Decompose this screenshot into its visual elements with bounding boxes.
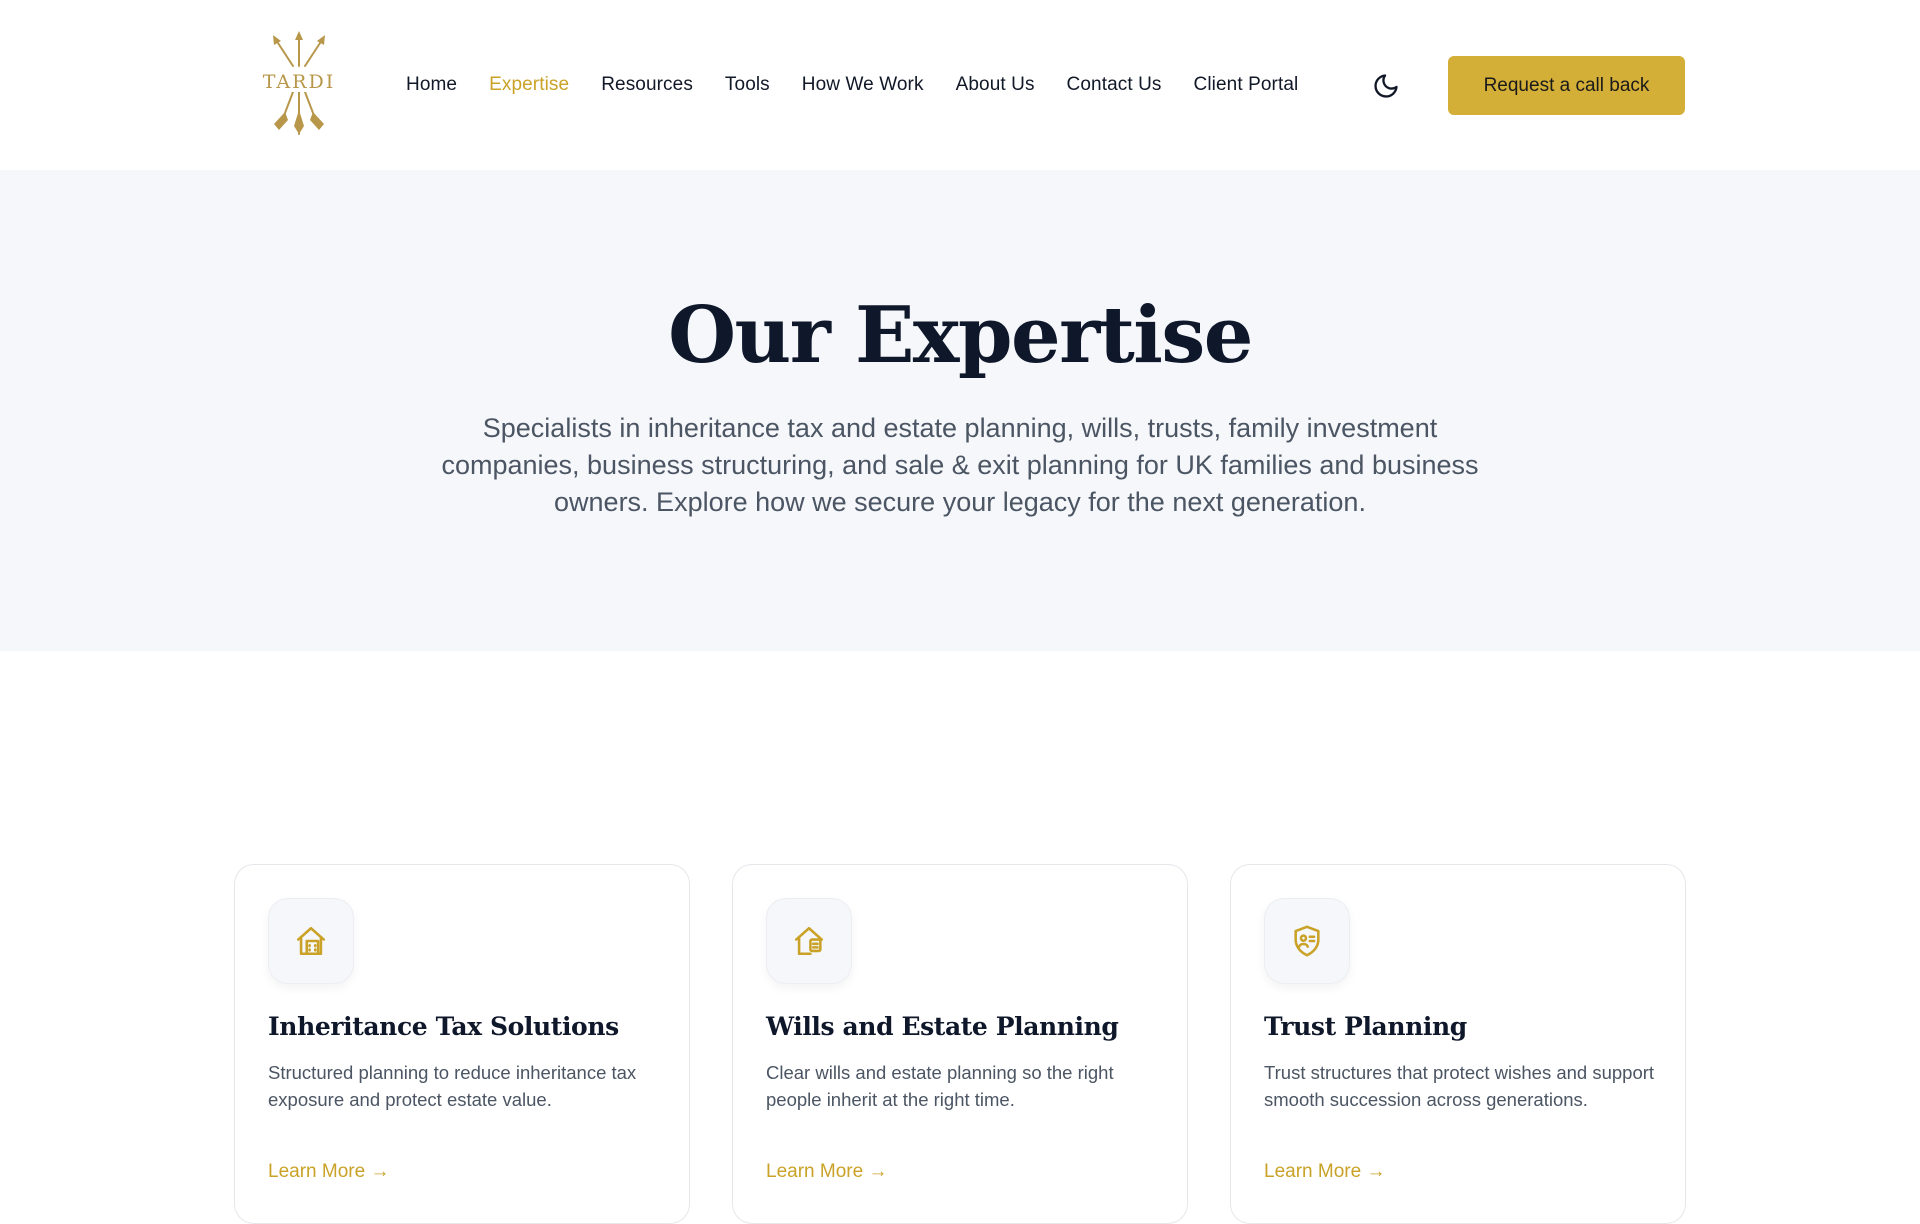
card-trust-planning[interactable]: Trust Planning Trust structures that pro… [1230, 864, 1686, 1224]
nav-item-contact-us[interactable]: Contact Us [1067, 74, 1162, 96]
nav-item-about-us[interactable]: About Us [956, 74, 1035, 96]
card-description: Trust structures that protect wishes and… [1264, 1062, 1655, 1110]
learn-more-link[interactable]: Learn More → [766, 1161, 887, 1183]
card-title: Inheritance Tax Solutions [268, 1012, 619, 1041]
nav-item-how-we-work[interactable]: How We Work [802, 74, 924, 96]
building-icon [268, 898, 354, 984]
card-description: Clear wills and estate planning so the r… [766, 1062, 1114, 1110]
main-nav: Home Expertise Resources Tools How We Wo… [406, 70, 1298, 100]
nav-item-client-portal[interactable]: Client Portal [1194, 74, 1299, 96]
learn-more-link[interactable]: Learn More → [268, 1161, 389, 1183]
logo-text: TARDI [262, 71, 336, 93]
shield-person-icon [1264, 898, 1350, 984]
card-title: Trust Planning [1264, 1012, 1467, 1041]
nav-item-expertise[interactable]: Expertise [489, 74, 569, 96]
learn-more-link[interactable]: Learn More → [1264, 1161, 1385, 1183]
request-callback-button[interactable]: Request a call back [1448, 56, 1685, 115]
page-title: Our Expertise [668, 290, 1253, 381]
hero-description: Specialists in inheritance tax and estat… [441, 413, 1479, 517]
house-document-icon [766, 898, 852, 984]
nav-item-tools[interactable]: Tools [725, 74, 770, 96]
expertise-cards: Inheritance Tax Solutions Structured pla… [234, 864, 1686, 1224]
hero-section: Our Expertise Specialists in inheritance… [0, 170, 1920, 651]
nav-item-home[interactable]: Home [406, 74, 457, 96]
card-inheritance-tax[interactable]: Inheritance Tax Solutions Structured pla… [234, 864, 690, 1224]
moon-icon[interactable] [1372, 72, 1400, 100]
site-header: TARDI Home Expertise Resources Tools How… [0, 0, 1920, 170]
nav-item-resources[interactable]: Resources [601, 74, 693, 96]
card-wills-estate[interactable]: Wills and Estate Planning Clear wills an… [732, 864, 1188, 1224]
card-title: Wills and Estate Planning [766, 1012, 1119, 1041]
card-description: Structured planning to reduce inheritanc… [268, 1062, 637, 1110]
